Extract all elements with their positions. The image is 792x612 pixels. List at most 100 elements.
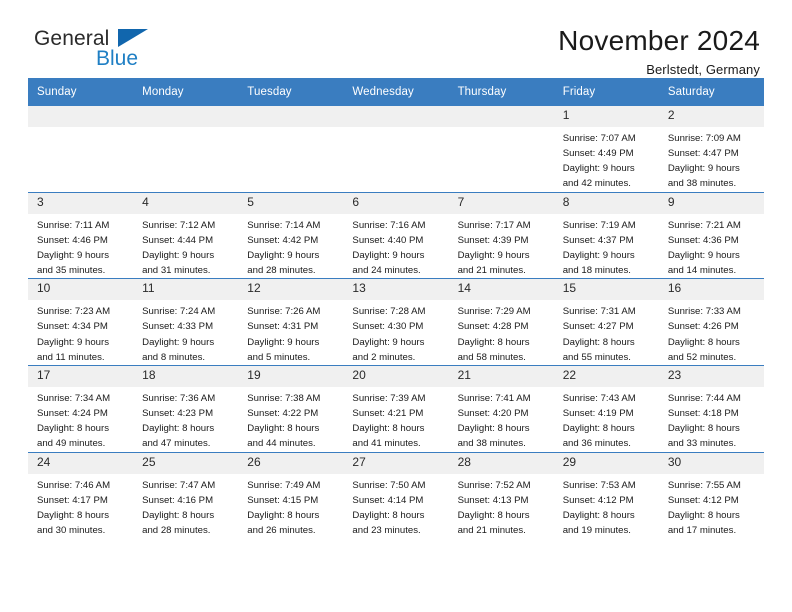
- sunset-time: Sunset: 4:20 PM: [457, 408, 529, 420]
- calendar-week-row: 1 Sunrise: 7:07 AM Sunset: 4:49 PM Daylight…: [28, 105, 764, 193]
- calendar-day-cell[interactable]: 23 Sunrise: 7:44 AM Sunset: 4:18 PM Dayligh…: [658, 364, 764, 452]
- calendar-day-cell[interactable]: 30 Sunrise: 7:55 AM Sunset: 4:12 PM Dayligh…: [658, 451, 764, 539]
- sunset-time: Sunset: 4:19 PM: [562, 408, 634, 420]
- calendar-day-cell[interactable]: 21 Sunrise: 7:41 AM Sunset: 4:20 PM Dayligh…: [448, 364, 554, 452]
- daylight-line-2: and 5 minutes.: [247, 351, 311, 363]
- sunrise-time: Sunrise: 7:28 AM: [352, 306, 426, 318]
- sunrise-time: Sunrise: 7:50 AM: [352, 479, 426, 491]
- calendar-day-cell[interactable]: 4 Sunrise: 7:12 AM Sunset: 4:44 PM Daylight…: [133, 191, 239, 279]
- sunset-time: Sunset: 4:22 PM: [247, 408, 319, 420]
- calendar-cell-empty: [28, 105, 134, 193]
- daylight-line-2: and 52 minutes.: [667, 351, 737, 363]
- calendar-week-row: 10 Sunrise: 7:23 AM Sunset: 4:34 PM Dayligh…: [28, 278, 764, 366]
- calendar-day-cell[interactable]: 26 Sunrise: 7:49 AM Sunset: 4:15 PM Dayligh…: [238, 451, 344, 539]
- daylight-line-2: and 11 minutes.: [37, 351, 105, 363]
- day-number: 9: [658, 192, 764, 214]
- generalblue-logo: General Blue: [34, 26, 164, 76]
- day-number: [133, 106, 239, 127]
- calendar-day-cell[interactable]: 12 Sunrise: 7:26 AM Sunset: 4:31 PM Dayligh…: [238, 278, 344, 366]
- day-number: 18: [133, 365, 239, 387]
- sunset-time: Sunset: 4:26 PM: [667, 321, 739, 333]
- calendar-day-cell[interactable]: 1 Sunrise: 7:07 AM Sunset: 4:49 PM Daylight…: [553, 105, 659, 193]
- day-sun-info: Sunrise: 7:23 AM Sunset: 4:34 PM Daylight:…: [28, 300, 133, 365]
- daylight-line-2: and 31 minutes.: [142, 265, 211, 277]
- daylight-line-1: Daylight: 8 hours: [667, 423, 740, 435]
- sunrise-time: Sunrise: 7:16 AM: [352, 219, 426, 231]
- sunrise-time: Sunrise: 7:33 AM: [667, 306, 741, 318]
- calendar-day-cell[interactable]: 22 Sunrise: 7:43 AM Sunset: 4:19 PM Dayligh…: [553, 364, 659, 452]
- weekday-header-tuesday: Tuesday: [238, 78, 344, 106]
- daylight-line-1: Daylight: 8 hours: [247, 509, 320, 521]
- calendar-day-cell[interactable]: 6 Sunrise: 7:16 AM Sunset: 4:40 PM Daylight…: [343, 191, 449, 279]
- day-sun-info: Sunrise: 7:09 AM Sunset: 4:47 PM Daylight:…: [659, 127, 764, 192]
- logo-triangle-icon: [118, 29, 148, 47]
- sunrise-time: Sunrise: 7:38 AM: [247, 392, 321, 404]
- daylight-line-1: Daylight: 9 hours: [142, 336, 215, 348]
- calendar-day-cell[interactable]: 13 Sunrise: 7:28 AM Sunset: 4:30 PM Dayligh…: [343, 278, 449, 366]
- calendar-day-cell[interactable]: 9 Sunrise: 7:21 AM Sunset: 4:36 PM Daylight…: [658, 191, 764, 279]
- day-number: [238, 106, 344, 127]
- daylight-line-2: and 26 minutes.: [247, 524, 316, 536]
- logo-text-general: General: [34, 27, 110, 50]
- day-sun-info: Sunrise: 7:46 AM Sunset: 4:17 PM Daylight:…: [28, 474, 133, 539]
- daylight-line-1: Daylight: 8 hours: [457, 336, 530, 348]
- page-title: November 2024: [558, 25, 760, 56]
- day-number: 20: [343, 365, 449, 387]
- day-number: 14: [448, 279, 554, 301]
- day-sun-info: Sunrise: 7:34 AM Sunset: 4:24 PM Daylight:…: [28, 387, 133, 452]
- day-number: 26: [238, 452, 344, 474]
- calendar-day-cell[interactable]: 3 Sunrise: 7:11 AM Sunset: 4:46 PM Daylight…: [28, 191, 134, 279]
- month-calendar: Sunday Monday Tuesday Wednesday Thursday…: [28, 78, 764, 539]
- calendar-day-cell[interactable]: 14 Sunrise: 7:29 AM Sunset: 4:28 PM Dayligh…: [448, 278, 554, 366]
- sunrise-time: Sunrise: 7:07 AM: [562, 133, 636, 144]
- calendar-day-cell[interactable]: 8 Sunrise: 7:19 AM Sunset: 4:37 PM Daylight…: [553, 191, 659, 279]
- daylight-line-2: and 17 minutes.: [667, 524, 737, 536]
- day-number: 24: [28, 452, 134, 474]
- calendar-cell-empty: [133, 105, 239, 193]
- calendar-day-cell[interactable]: 15 Sunrise: 7:31 AM Sunset: 4:27 PM Dayligh…: [553, 278, 659, 366]
- calendar-day-cell[interactable]: 24 Sunrise: 7:46 AM Sunset: 4:17 PM Dayligh…: [28, 451, 134, 539]
- day-number: 8: [553, 192, 659, 214]
- daylight-line-1: Daylight: 9 hours: [142, 249, 215, 261]
- calendar-day-cell[interactable]: 2 Sunrise: 7:09 AM Sunset: 4:47 PM Daylight…: [658, 105, 764, 193]
- day-sun-info: Sunrise: 7:26 AM Sunset: 4:31 PM Daylight:…: [238, 300, 343, 365]
- day-number: [343, 106, 449, 127]
- calendar-day-cell[interactable]: 18 Sunrise: 7:36 AM Sunset: 4:23 PM Dayligh…: [133, 364, 239, 452]
- calendar-day-cell[interactable]: 20 Sunrise: 7:39 AM Sunset: 4:21 PM Dayligh…: [343, 364, 449, 452]
- calendar-day-cell[interactable]: 25 Sunrise: 7:47 AM Sunset: 4:16 PM Dayligh…: [133, 451, 239, 539]
- sunrise-time: Sunrise: 7:39 AM: [352, 392, 426, 404]
- daylight-line-2: and 14 minutes.: [667, 265, 737, 277]
- calendar-day-cell[interactable]: 19 Sunrise: 7:38 AM Sunset: 4:22 PM Dayligh…: [238, 364, 344, 452]
- day-sun-info: Sunrise: 7:47 AM Sunset: 4:16 PM Daylight:…: [133, 474, 238, 539]
- calendar-day-cell[interactable]: 27 Sunrise: 7:50 AM Sunset: 4:14 PM Dayligh…: [343, 451, 449, 539]
- day-sun-info: Sunrise: 7:43 AM Sunset: 4:19 PM Daylight:…: [554, 387, 659, 452]
- calendar-day-cell[interactable]: 11 Sunrise: 7:24 AM Sunset: 4:33 PM Dayligh…: [133, 278, 239, 366]
- day-sun-info: Sunrise: 7:38 AM Sunset: 4:22 PM Daylight:…: [238, 387, 343, 452]
- calendar-body: 1 Sunrise: 7:07 AM Sunset: 4:49 PM Daylight…: [28, 105, 764, 539]
- sunrise-time: Sunrise: 7:26 AM: [247, 306, 321, 318]
- daylight-line-1: Daylight: 8 hours: [667, 509, 740, 521]
- day-sun-info: Sunrise: 7:24 AM Sunset: 4:33 PM Daylight:…: [133, 300, 238, 365]
- day-number: [28, 106, 134, 127]
- calendar-day-cell[interactable]: 5 Sunrise: 7:14 AM Sunset: 4:42 PM Daylight…: [238, 191, 344, 279]
- calendar-page: General Blue November 2024 Berlstedt, Ge…: [0, 0, 792, 612]
- weekday-header-sunday: Sunday: [28, 78, 134, 106]
- day-sun-info: Sunrise: 7:53 AM Sunset: 4:12 PM Daylight:…: [554, 474, 659, 539]
- sunrise-time: Sunrise: 7:23 AM: [37, 306, 111, 318]
- daylight-line-2: and 19 minutes.: [562, 524, 631, 536]
- calendar-day-cell[interactable]: 28 Sunrise: 7:52 AM Sunset: 4:13 PM Dayligh…: [448, 451, 554, 539]
- sunset-time: Sunset: 4:34 PM: [37, 321, 108, 333]
- calendar-day-cell[interactable]: 7 Sunrise: 7:17 AM Sunset: 4:39 PM Daylight…: [448, 191, 554, 279]
- sunset-time: Sunset: 4:12 PM: [562, 494, 634, 506]
- calendar-day-cell[interactable]: 10 Sunrise: 7:23 AM Sunset: 4:34 PM Dayligh…: [28, 278, 134, 366]
- day-number: 28: [448, 452, 554, 474]
- sunrise-time: Sunrise: 7:49 AM: [247, 479, 321, 491]
- calendar-day-cell[interactable]: 16 Sunrise: 7:33 AM Sunset: 4:26 PM Dayligh…: [658, 278, 764, 366]
- calendar-cell-empty: [238, 105, 344, 193]
- calendar-day-cell[interactable]: 17 Sunrise: 7:34 AM Sunset: 4:24 PM Dayligh…: [28, 364, 134, 452]
- day-number: 30: [658, 452, 764, 474]
- daylight-line-1: Daylight: 8 hours: [37, 509, 109, 521]
- day-number: [448, 106, 554, 127]
- daylight-line-2: and 38 minutes.: [667, 178, 737, 190]
- calendar-day-cell[interactable]: 29 Sunrise: 7:53 AM Sunset: 4:12 PM Dayligh…: [553, 451, 659, 539]
